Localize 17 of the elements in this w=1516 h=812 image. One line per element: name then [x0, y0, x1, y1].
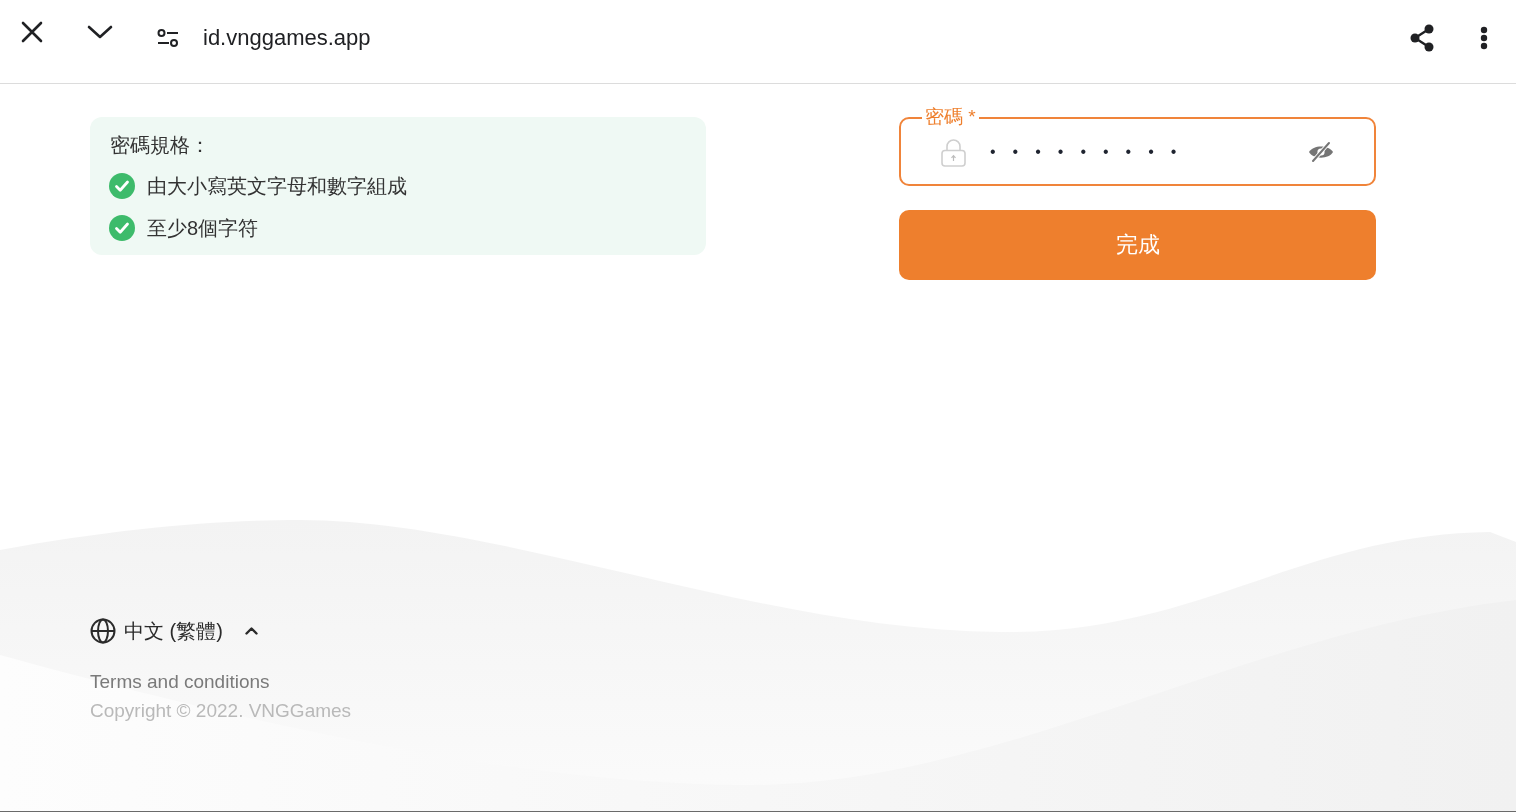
url-text[interactable]: id.vnggames.app — [203, 25, 371, 51]
share-icon[interactable] — [1409, 24, 1435, 52]
copyright-text: Copyright © 2022. VNGGames — [90, 699, 352, 723]
terms-link[interactable]: Terms and conditions — [90, 670, 270, 694]
field-label: 密碼 * — [922, 106, 979, 128]
rule-text: 至少8個字符 — [147, 216, 259, 240]
chevron-down-icon[interactable] — [87, 25, 113, 39]
more-menu-icon[interactable] — [1480, 26, 1488, 50]
language-selector[interactable]: 中文 (繁體) — [90, 618, 258, 644]
rule-text: 由大小寫英文字母和數字組成 — [147, 174, 407, 198]
caret-up-icon — [244, 627, 258, 635]
eye-off-icon[interactable] — [1308, 141, 1334, 163]
globe-icon — [90, 618, 116, 644]
tune-icon[interactable] — [157, 29, 179, 47]
rules-title: 密碼規格： — [110, 133, 210, 157]
lock-icon — [941, 138, 966, 167]
close-icon[interactable] — [21, 21, 43, 43]
